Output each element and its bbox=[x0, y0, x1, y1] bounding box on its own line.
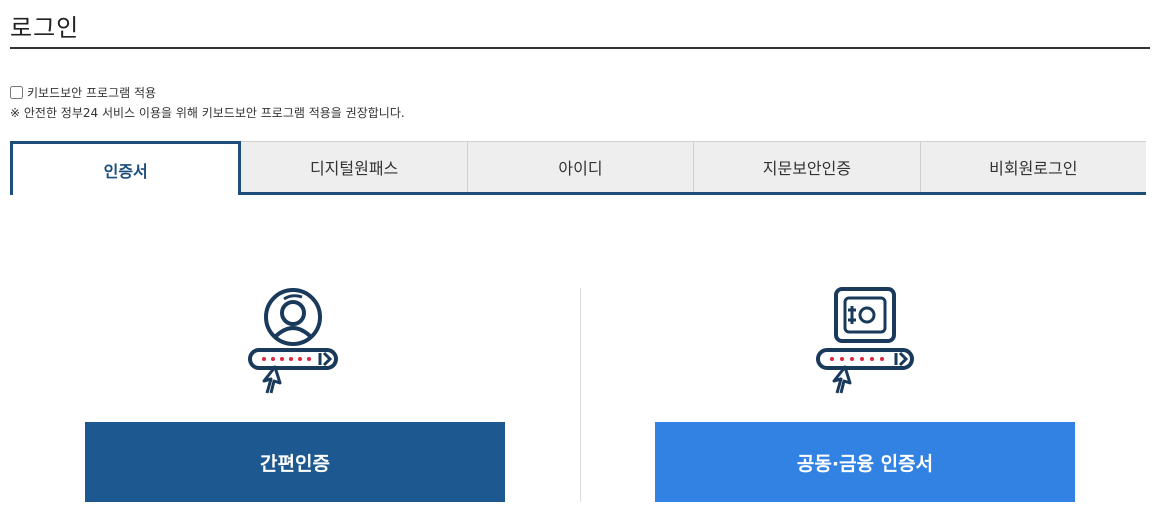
simple-auth-button[interactable]: 간편인증 bbox=[85, 422, 505, 502]
keyboard-security-option: 키보드보안 프로그램 적용 bbox=[10, 84, 156, 101]
tab-certificate[interactable]: 인증서 bbox=[10, 141, 242, 195]
tab-id[interactable]: 아이디 bbox=[467, 141, 695, 192]
user-password-icon bbox=[248, 288, 338, 394]
tab-fingerprint[interactable]: 지문보안인증 bbox=[694, 141, 921, 192]
keyboard-security-checkbox[interactable] bbox=[10, 86, 23, 99]
tab-nonmember[interactable]: 비회원로그인 bbox=[920, 141, 1147, 192]
tab-digital-onepass[interactable]: 디지털원패스 bbox=[241, 141, 468, 192]
safe-password-icon bbox=[816, 287, 914, 394]
keyboard-security-notice: ※ 안전한 정부24 서비스 이용을 위해 키보드보안 프로그램 적용을 권장합… bbox=[10, 106, 405, 120]
joint-cert-button[interactable]: 공동·금융 인증서 bbox=[655, 422, 1075, 502]
login-method-tabs: 인증서 디지털원패스 아이디 지문보안인증 비회원로그인 bbox=[10, 141, 1147, 195]
keyboard-security-label[interactable]: 키보드보안 프로그램 적용 bbox=[27, 84, 156, 101]
page-title: 로그인 bbox=[10, 14, 80, 42]
method-divider bbox=[580, 288, 581, 502]
title-divider bbox=[10, 47, 1150, 49]
